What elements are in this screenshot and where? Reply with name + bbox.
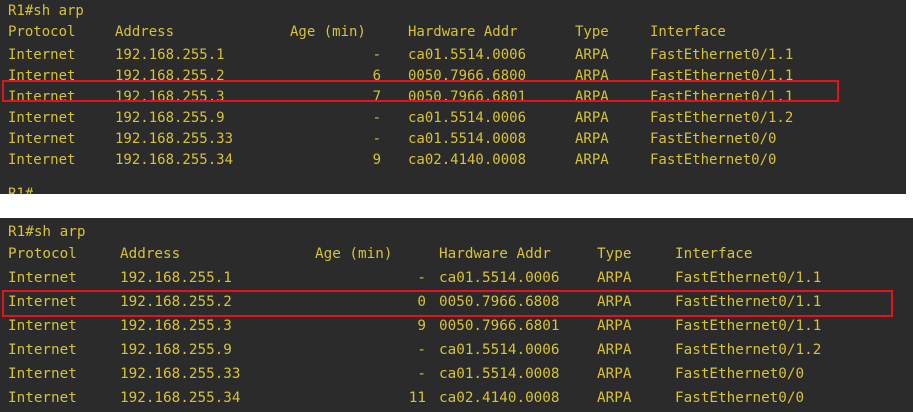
header-interface: Interface <box>675 246 753 262</box>
cell-interface: FastEthernet0/0 <box>650 152 777 168</box>
cell-age: - <box>372 131 381 147</box>
cell-hardware-addr: ca01.5514.0008 <box>408 131 527 147</box>
cell-age: 9 <box>372 152 381 168</box>
cell-interface: FastEthernet0/1.1 <box>675 318 822 334</box>
header-age: Age (min) <box>290 24 366 40</box>
cell-hardware-addr: 0050.7966.6801 <box>439 318 560 334</box>
cell-address: 192.168.255.1 <box>115 47 225 63</box>
trailing-prompt: R1# <box>8 186 34 194</box>
cell-protocol: Internet <box>8 390 77 406</box>
table-row: Internet 192.168.255.9 - ca01.5514.0006 ARPA… <box>8 108 898 129</box>
header-hardware-addr: Hardware Addr <box>439 246 551 262</box>
arp-output-after: R1#sh arp Protocol Address Age (min) Har… <box>0 218 913 412</box>
header-address: Address <box>120 246 181 262</box>
cell-type: ARPA <box>575 110 609 126</box>
table-row: Internet 192.168.255.9 - ca01.5514.0006 ARPA… <box>8 340 908 361</box>
table-row: Internet 192.168.255.34 9 ca02.4140.0008 ARP… <box>8 150 898 171</box>
cell-type: ARPA <box>575 47 609 63</box>
cell-interface: FastEthernet0/0 <box>650 131 777 147</box>
cell-interface: FastEthernet0/1.1 <box>675 270 822 286</box>
header-protocol: Protocol <box>8 24 76 40</box>
header-hardware-addr: Hardware Addr <box>408 24 518 40</box>
cell-protocol: Internet <box>8 131 76 147</box>
cell-type: ARPA <box>597 270 632 286</box>
cell-age: 11 <box>408 390 426 406</box>
header-age: Age (min) <box>315 246 393 262</box>
cell-address: 192.168.255.9 <box>120 342 232 358</box>
cell-hardware-addr: ca01.5514.0008 <box>439 366 560 382</box>
cell-age: - <box>372 110 381 126</box>
cell-protocol: Internet <box>8 366 77 382</box>
cell-type: ARPA <box>597 318 632 334</box>
cell-address: 192.168.255.1 <box>120 270 232 286</box>
cell-address: 192.168.255.34 <box>120 390 241 406</box>
cell-address: 192.168.255.33 <box>120 366 241 382</box>
cell-protocol: Internet <box>8 342 77 358</box>
cell-type: ARPA <box>597 366 632 382</box>
cell-interface: FastEthernet0/1.2 <box>675 342 822 358</box>
cell-interface: FastEthernet0/0 <box>675 366 805 382</box>
cell-address: 192.168.255.9 <box>115 110 225 126</box>
cell-type: ARPA <box>597 390 632 406</box>
cell-hardware-addr: ca01.5514.0006 <box>408 110 527 126</box>
table-row: Internet 192.168.255.3 9 0050.7966.6801 ARPA… <box>8 316 908 337</box>
cell-type: ARPA <box>597 342 632 358</box>
cell-protocol: Internet <box>8 318 77 334</box>
cell-protocol: Internet <box>8 270 77 286</box>
cell-age: - <box>417 366 426 382</box>
header-protocol: Protocol <box>8 246 77 262</box>
table-row: Internet 192.168.255.34 11 ca02.4140.0008 AR… <box>8 388 908 409</box>
cell-address: 192.168.255.3 <box>120 318 232 334</box>
header-interface: Interface <box>650 24 726 40</box>
cell-age: - <box>417 270 426 286</box>
cell-age: - <box>372 47 381 63</box>
cell-interface: FastEthernet0/1.2 <box>650 110 794 126</box>
table-header: Protocol Address Age (min) Hardware Addr… <box>8 22 898 43</box>
highlight-box <box>2 290 893 317</box>
table-row: Internet 192.168.255.33 - ca01.5514.0008 ARP… <box>8 364 908 385</box>
cell-hardware-addr: ca01.5514.0006 <box>439 270 560 286</box>
cell-age: - <box>417 342 426 358</box>
cell-hardware-addr: ca02.4140.0008 <box>439 390 560 406</box>
table-header: Protocol Address Age (min) Hardware Addr… <box>8 244 908 265</box>
cell-type: ARPA <box>575 131 609 147</box>
cell-protocol: Internet <box>8 47 76 63</box>
table-row: Internet 192.168.255.1 - ca01.5514.0006 ARPA… <box>8 45 898 66</box>
command-prompt: R1#sh arp <box>8 224 86 240</box>
cell-hardware-addr: ca01.5514.0006 <box>439 342 560 358</box>
arp-output-before: R1#sh arp Protocol Address Age (min) Har… <box>0 0 906 194</box>
cell-protocol: Internet <box>8 110 76 126</box>
header-type: Type <box>597 246 632 262</box>
cell-address: 192.168.255.33 <box>115 131 234 147</box>
highlight-box <box>2 80 839 102</box>
header-type: Type <box>575 24 609 40</box>
cell-interface: FastEthernet0/0 <box>675 390 805 406</box>
cell-address: 192.168.255.34 <box>115 152 234 168</box>
command-prompt: R1#sh arp <box>8 3 84 19</box>
cell-type: ARPA <box>575 152 609 168</box>
table-row: Internet 192.168.255.1 - ca01.5514.0006 ARPA… <box>8 268 908 289</box>
cell-age: 9 <box>417 318 426 334</box>
cell-hardware-addr: ca01.5514.0006 <box>408 47 527 63</box>
cell-protocol: Internet <box>8 152 76 168</box>
cell-interface: FastEthernet0/1.1 <box>650 47 794 63</box>
cell-hardware-addr: ca02.4140.0008 <box>408 152 527 168</box>
header-address: Address <box>115 24 175 40</box>
table-row: Internet 192.168.255.33 - ca01.5514.0008 ARP… <box>8 129 898 150</box>
